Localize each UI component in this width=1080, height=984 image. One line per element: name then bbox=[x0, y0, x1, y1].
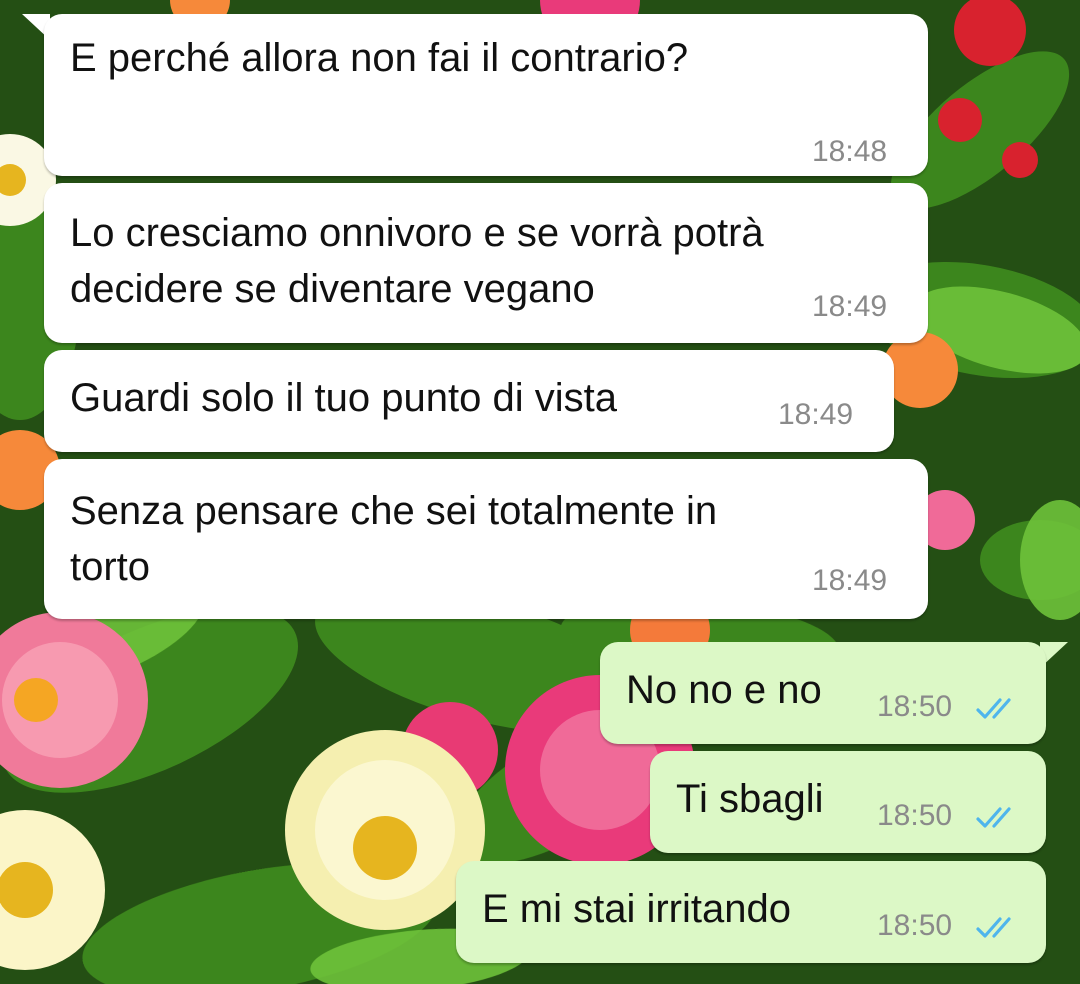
message-time: 18:49 bbox=[778, 398, 854, 431]
double-check-icon bbox=[976, 917, 1011, 938]
outgoing-message[interactable]: E mi stai irritando 18:50 bbox=[456, 861, 1046, 963]
message-time: 18:50 bbox=[877, 799, 953, 832]
message-text: Ti sbagli bbox=[676, 777, 824, 821]
message-text: Senza pensare che sei totalmente in tort… bbox=[70, 489, 718, 589]
incoming-message[interactable]: E perché allora non fai il contrario? 18… bbox=[44, 14, 928, 176]
incoming-message[interactable]: Guardi solo il tuo punto di vista 18:49 bbox=[44, 350, 894, 452]
double-check-icon bbox=[976, 807, 1011, 828]
message-time: 18:50 bbox=[877, 909, 953, 942]
message-text: E mi stai irritando bbox=[482, 887, 791, 931]
message-text: Guardi solo il tuo punto di vista bbox=[70, 376, 617, 420]
incoming-message[interactable]: Senza pensare che sei totalmente in tort… bbox=[44, 459, 928, 619]
message-time: 18:49 bbox=[812, 564, 888, 597]
incoming-message[interactable]: Lo cresciamo onnivoro e se vorrà potrà d… bbox=[44, 183, 928, 343]
outgoing-message[interactable]: No no e no 18:50 bbox=[600, 642, 1046, 744]
outgoing-message[interactable]: Ti sbagli 18:50 bbox=[650, 751, 1046, 853]
message-text: E perché allora non fai il contrario? bbox=[70, 36, 689, 80]
message-time: 18:49 bbox=[812, 290, 888, 323]
double-check-icon bbox=[976, 698, 1011, 719]
message-time: 18:50 bbox=[877, 690, 953, 723]
message-text: No no e no bbox=[626, 668, 822, 712]
message-time: 18:48 bbox=[812, 135, 888, 168]
message-text: Lo cresciamo onnivoro e se vorrà potrà d… bbox=[70, 211, 764, 311]
